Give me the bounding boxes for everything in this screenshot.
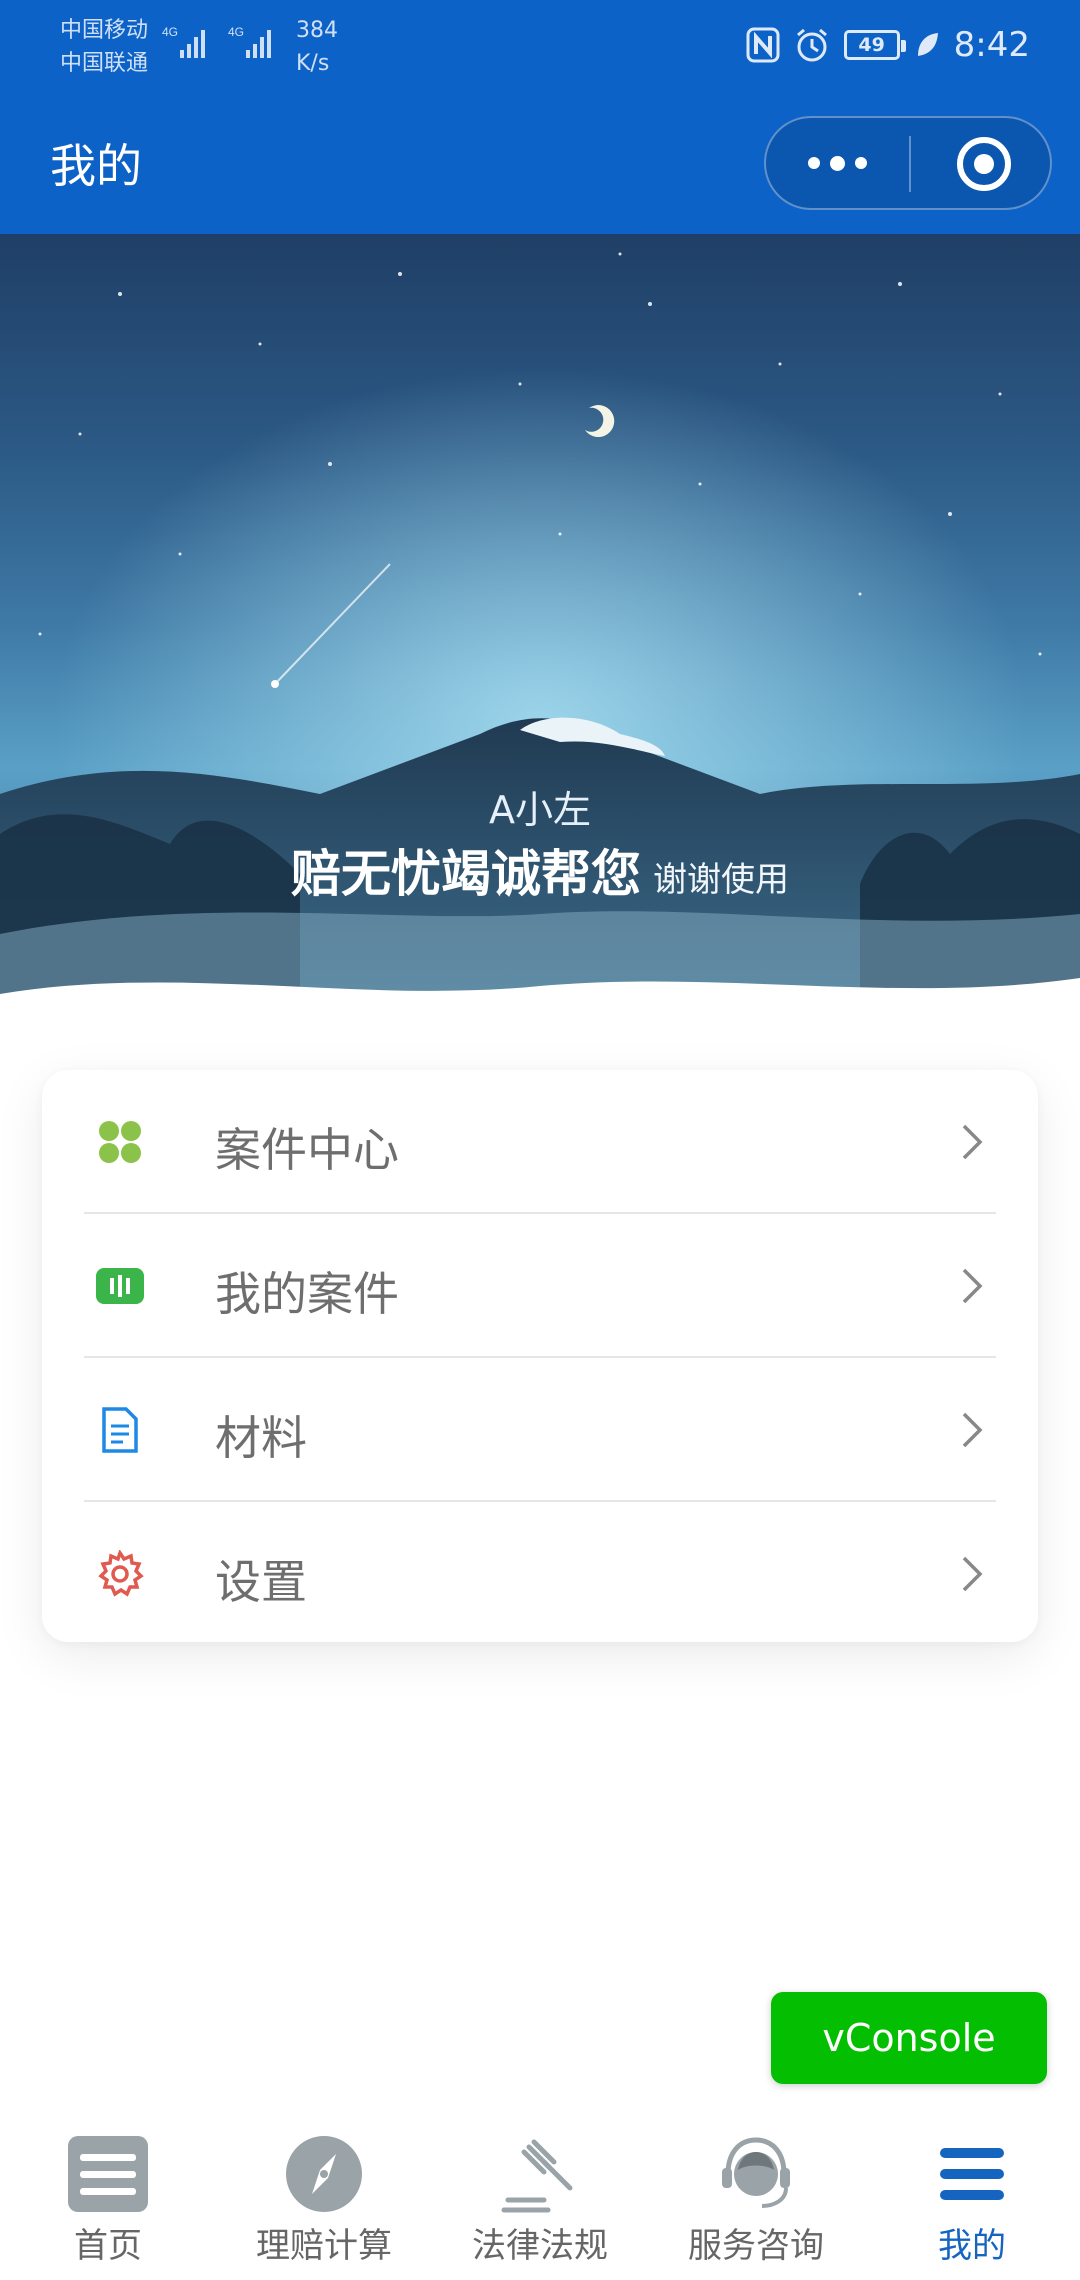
clock: 8:42 xyxy=(953,25,1030,65)
hero-slogan: 赔无忧竭诚帮您 谢谢使用 xyxy=(0,834,1080,906)
tab-service[interactable]: 服务咨询 xyxy=(648,2134,864,2274)
svg-text:4G: 4G xyxy=(162,25,178,39)
headset-agent-icon xyxy=(722,2137,790,2208)
navigation-bar: 我的 xyxy=(0,100,1080,234)
nfc-icon xyxy=(746,27,780,63)
menu-item-materials[interactable]: 材料 xyxy=(84,1358,996,1502)
menu-item-my-cases[interactable]: 我的案件 xyxy=(84,1214,996,1358)
svg-text:4G: 4G xyxy=(228,25,244,39)
slogan-sub: 谢谢使用 xyxy=(653,860,789,900)
chevron-right-icon xyxy=(962,1124,983,1160)
menu-lines-icon xyxy=(940,2148,1004,2200)
slogan-main: 赔无忧竭诚帮您 xyxy=(291,845,641,903)
menu-card: 案件中心 我的案件 材料 设置 xyxy=(42,1070,1038,1642)
menu-label: 案件中心 xyxy=(215,1123,399,1177)
chevron-right-icon xyxy=(962,1412,983,1448)
leaf-icon xyxy=(917,33,938,56)
user-name: A小左 xyxy=(489,788,591,832)
menu-label: 材料 xyxy=(215,1411,307,1465)
home-list-icon xyxy=(68,2136,148,2212)
tab-claim-calc[interactable]: 理赔计算 xyxy=(216,2134,432,2274)
capsule-divider xyxy=(909,136,911,192)
audio-bars-icon xyxy=(96,1268,144,1304)
status-right: 49 8:42 xyxy=(746,22,1030,68)
target-circle-icon[interactable] xyxy=(957,137,1011,191)
tab-label: 法律法规 xyxy=(472,2226,608,2266)
tab-laws[interactable]: 法律法规 xyxy=(432,2134,648,2274)
chevron-right-icon xyxy=(962,1268,983,1304)
carrier-2: 中国联通 xyxy=(60,51,149,76)
chevron-right-icon xyxy=(962,1556,983,1592)
tab-bar: 首页 理赔计算 法律法规 服务咨询 我的 xyxy=(0,2114,1080,2280)
miniprogram-capsule xyxy=(764,116,1052,210)
compass-icon xyxy=(286,2136,362,2212)
alarm-icon xyxy=(796,28,827,62)
signal-icon: 4G xyxy=(228,25,271,58)
tab-home[interactable]: 首页 xyxy=(0,2134,216,2274)
more-dots-icon[interactable] xyxy=(766,118,908,208)
menu-item-case-center[interactable]: 案件中心 xyxy=(84,1070,996,1214)
tab-label: 首页 xyxy=(74,2226,142,2266)
profile-banner: A小左 赔无忧竭诚帮您 谢谢使用 xyxy=(0,234,1080,1020)
gavel-icon xyxy=(501,2139,573,2213)
tab-label: 我的 xyxy=(938,2226,1006,2266)
tab-label: 服务咨询 xyxy=(688,2226,824,2266)
document-icon xyxy=(102,1407,138,1453)
signal-icon: 4G xyxy=(162,25,205,58)
tab-mine[interactable]: 我的 xyxy=(864,2134,1080,2274)
status-bar: 中国移动 中国联通 4G 4G 384 K/s 49 8:42 xyxy=(0,0,1080,100)
network-speed: 384 K/s xyxy=(296,18,338,76)
page-title: 我的 xyxy=(50,139,142,193)
menu-label: 我的案件 xyxy=(215,1267,399,1321)
carrier-1: 中国移动 xyxy=(60,18,149,43)
menu-item-settings[interactable]: 设置 xyxy=(84,1502,996,1646)
menu-label: 设置 xyxy=(215,1555,307,1609)
grid-four-leaf-icon xyxy=(99,1121,141,1163)
tab-label: 理赔计算 xyxy=(256,2226,392,2266)
mine-page: 中国移动 中国联通 4G 4G 384 K/s 49 8:42 我的 A小左 赔… xyxy=(0,0,1080,2280)
gear-icon xyxy=(98,1550,144,1597)
vconsole-button[interactable]: vConsole xyxy=(771,1992,1047,2084)
carrier-names: 中国移动 中国联通 xyxy=(60,14,148,80)
battery-icon: 49 xyxy=(843,30,906,60)
